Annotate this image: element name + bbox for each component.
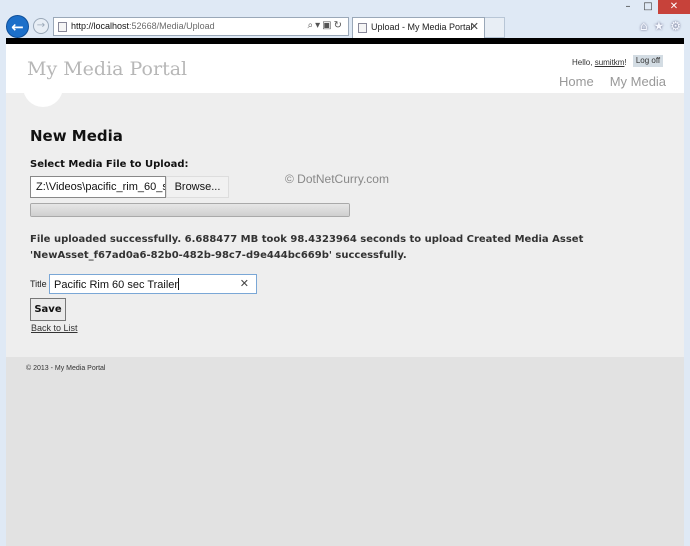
back-to-list-link[interactable]: Back to List [31,323,78,333]
site-header: My Media Portal Hello, sumitkm! Log off … [6,44,684,93]
file-label: Select Media File to Upload: [30,159,189,170]
site-title[interactable]: My Media Portal [27,58,187,80]
tab-title: Upload - My Media Portal [371,22,473,32]
status-message: File uploaded successfully. 6.688477 MB … [30,234,584,261]
watermark: © DotNetCurry.com [285,172,389,186]
browser-tools: ⌂ ★ ⚙ [640,19,681,33]
tab-page-icon [358,23,367,33]
browse-button[interactable]: Browse... [166,176,229,198]
refresh-icon[interactable]: ↻ [334,20,344,31]
close-window-button[interactable]: ✕ [658,0,690,14]
username-link[interactable]: sumitkm [595,58,625,67]
title-input[interactable]: Pacific Rim 60 sec Trailer ✕ [49,274,257,294]
nav-home[interactable]: Home [559,74,594,89]
title-value: Pacific Rim 60 sec Trailer [54,279,179,291]
maximize-button[interactable]: □ [638,0,658,14]
progress-fill [31,204,349,216]
site-footer: © 2013 - My Media Portal [6,357,684,546]
window-controls: – □ ✕ [618,0,690,14]
save-button[interactable]: Save [30,298,66,321]
browser-tab[interactable]: Upload - My Media Portal ✕ [352,17,485,38]
main-nav: Home My Media [559,74,666,89]
copyright: © 2013 - My Media Portal [26,365,106,372]
window-frame-right [684,38,690,546]
main-content: New Media Select Media File to Upload: Z… [6,93,684,357]
nav-my-media[interactable]: My Media [610,74,666,89]
file-path-field[interactable]: Z:\Videos\pacific_rim_60_sec_trailer.mp4 [30,176,166,198]
text-caret [178,278,180,290]
page-icon [58,22,67,32]
clear-icon[interactable]: ✕ [240,277,249,290]
address-actions[interactable]: ⌕▾▣↻ [308,20,344,31]
search-icon[interactable]: ⌕ [308,20,316,31]
url-text[interactable]: http://localhost:52668/Media/Upload [71,21,215,31]
compatibility-icon[interactable]: ▣ [322,20,333,31]
minimize-button[interactable]: – [618,0,638,14]
star-icon[interactable]: ★ [653,19,664,33]
upload-progress-bar [30,203,350,217]
new-tab-button[interactable] [485,17,505,38]
back-arrow-icon[interactable]: ← [6,15,29,38]
logoff-button[interactable]: Log off [633,55,663,67]
address-bar[interactable]: http://localhost:52668/Media/Upload ⌕▾▣↻ [53,17,349,36]
page-title: New Media [30,127,123,145]
forward-arrow-icon[interactable]: → [33,18,49,34]
greeting: Hello, sumitkm! [572,58,627,67]
title-label: Title [30,279,47,289]
browser-chrome: – □ ✕ ← → http://localhost:52668/Media/U… [0,0,690,38]
tab-close-icon[interactable]: ✕ [470,20,479,33]
gear-icon[interactable]: ⚙ [670,19,681,33]
home-icon[interactable]: ⌂ [640,19,648,33]
